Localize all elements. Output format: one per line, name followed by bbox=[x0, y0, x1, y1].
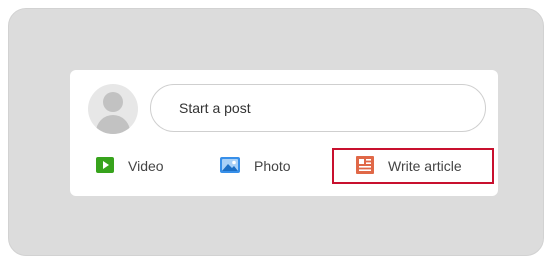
post-composer-card: Start a post Video Photo Write article bbox=[70, 70, 498, 196]
start-post-input[interactable]: Start a post bbox=[150, 84, 486, 132]
video-button[interactable]: Video bbox=[96, 148, 164, 184]
write-article-label: Write article bbox=[388, 158, 462, 174]
video-icon bbox=[96, 156, 114, 176]
avatar-head-shape bbox=[103, 92, 123, 112]
photo-icon bbox=[220, 156, 240, 176]
screenshot-frame: Start a post Video Photo Write article bbox=[0, 0, 552, 264]
photo-label: Photo bbox=[254, 158, 291, 174]
write-article-button[interactable]: Write article bbox=[332, 148, 494, 184]
avatar[interactable] bbox=[88, 84, 138, 134]
avatar-body-shape bbox=[96, 115, 130, 134]
article-icon bbox=[356, 155, 374, 177]
photo-button[interactable]: Photo bbox=[220, 148, 291, 184]
start-post-placeholder: Start a post bbox=[179, 100, 251, 116]
video-label: Video bbox=[128, 158, 164, 174]
